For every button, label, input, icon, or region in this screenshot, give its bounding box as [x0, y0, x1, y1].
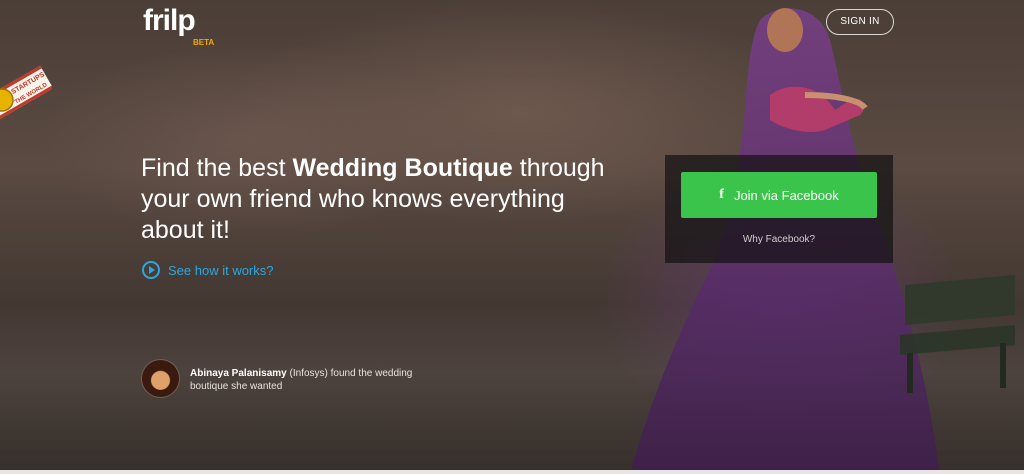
headline-bold: Wedding Boutique	[292, 154, 513, 182]
footer-divider	[0, 470, 1024, 474]
logo-text: frilp	[143, 4, 196, 37]
join-via-facebook-label: Join via Facebook	[733, 187, 839, 203]
award-ribbon-badge[interactable]: STARTUPS THE WORLD	[0, 62, 52, 132]
beta-badge: BETA	[193, 38, 215, 47]
join-via-facebook-button[interactable]: f Join via Facebook	[681, 172, 877, 218]
testimonial-name: Abinaya Palanisamy	[190, 368, 287, 379]
why-facebook-link[interactable]: Why Facebook?	[665, 234, 893, 245]
sign-in-button[interactable]: SIGN IN	[826, 9, 894, 35]
play-circle-icon[interactable]	[142, 261, 160, 279]
frilp-logo[interactable]: frilp BETA	[143, 4, 214, 48]
signup-panel: f Join via Facebook Why Facebook?	[665, 155, 893, 263]
headline-pre: Find the best	[141, 154, 293, 182]
testimonial: Abinaya Palanisamy (Infosys) found the w…	[141, 359, 440, 398]
avatar	[141, 359, 180, 398]
facebook-f-icon: f	[719, 187, 724, 202]
testimonial-text: Abinaya Palanisamy (Infosys) found the w…	[190, 367, 440, 393]
bench-image	[900, 275, 1015, 393]
hero-headline: Find the best Wedding Boutique through y…	[141, 153, 611, 246]
see-how-it-works-label[interactable]: See how it works?	[168, 263, 274, 278]
see-how-it-works-link[interactable]: See how it works?	[142, 261, 274, 279]
